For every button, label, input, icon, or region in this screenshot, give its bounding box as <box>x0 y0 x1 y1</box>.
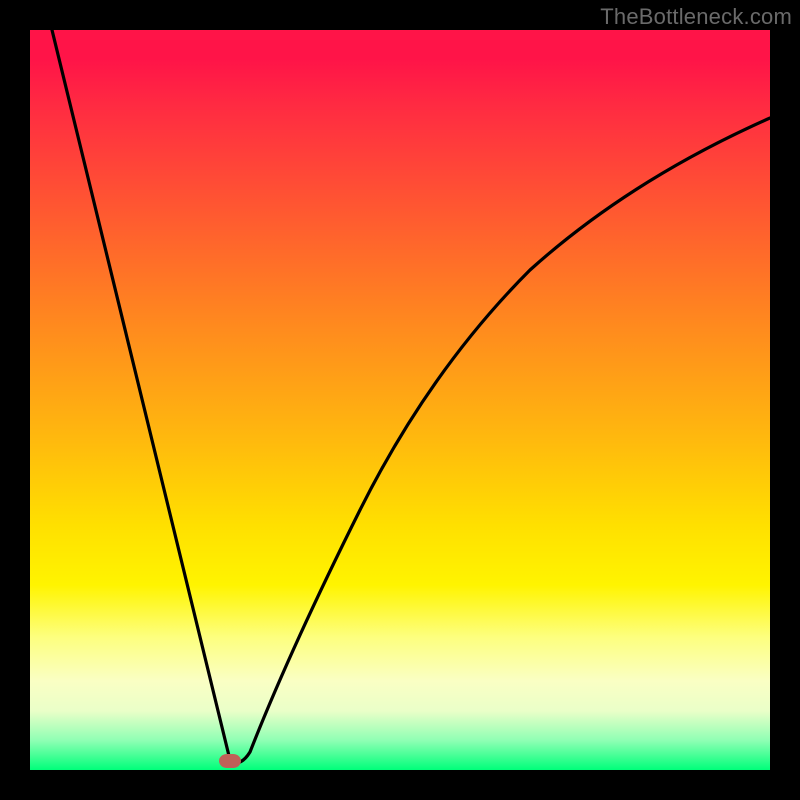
frame-bottom <box>30 770 770 800</box>
minimum-marker <box>219 754 241 768</box>
curve-path <box>52 30 770 763</box>
chart-stage: TheBottleneck.com <box>0 0 800 800</box>
watermark-text: TheBottleneck.com <box>600 4 792 30</box>
bottleneck-curve <box>30 30 770 770</box>
plot-area <box>30 30 770 770</box>
